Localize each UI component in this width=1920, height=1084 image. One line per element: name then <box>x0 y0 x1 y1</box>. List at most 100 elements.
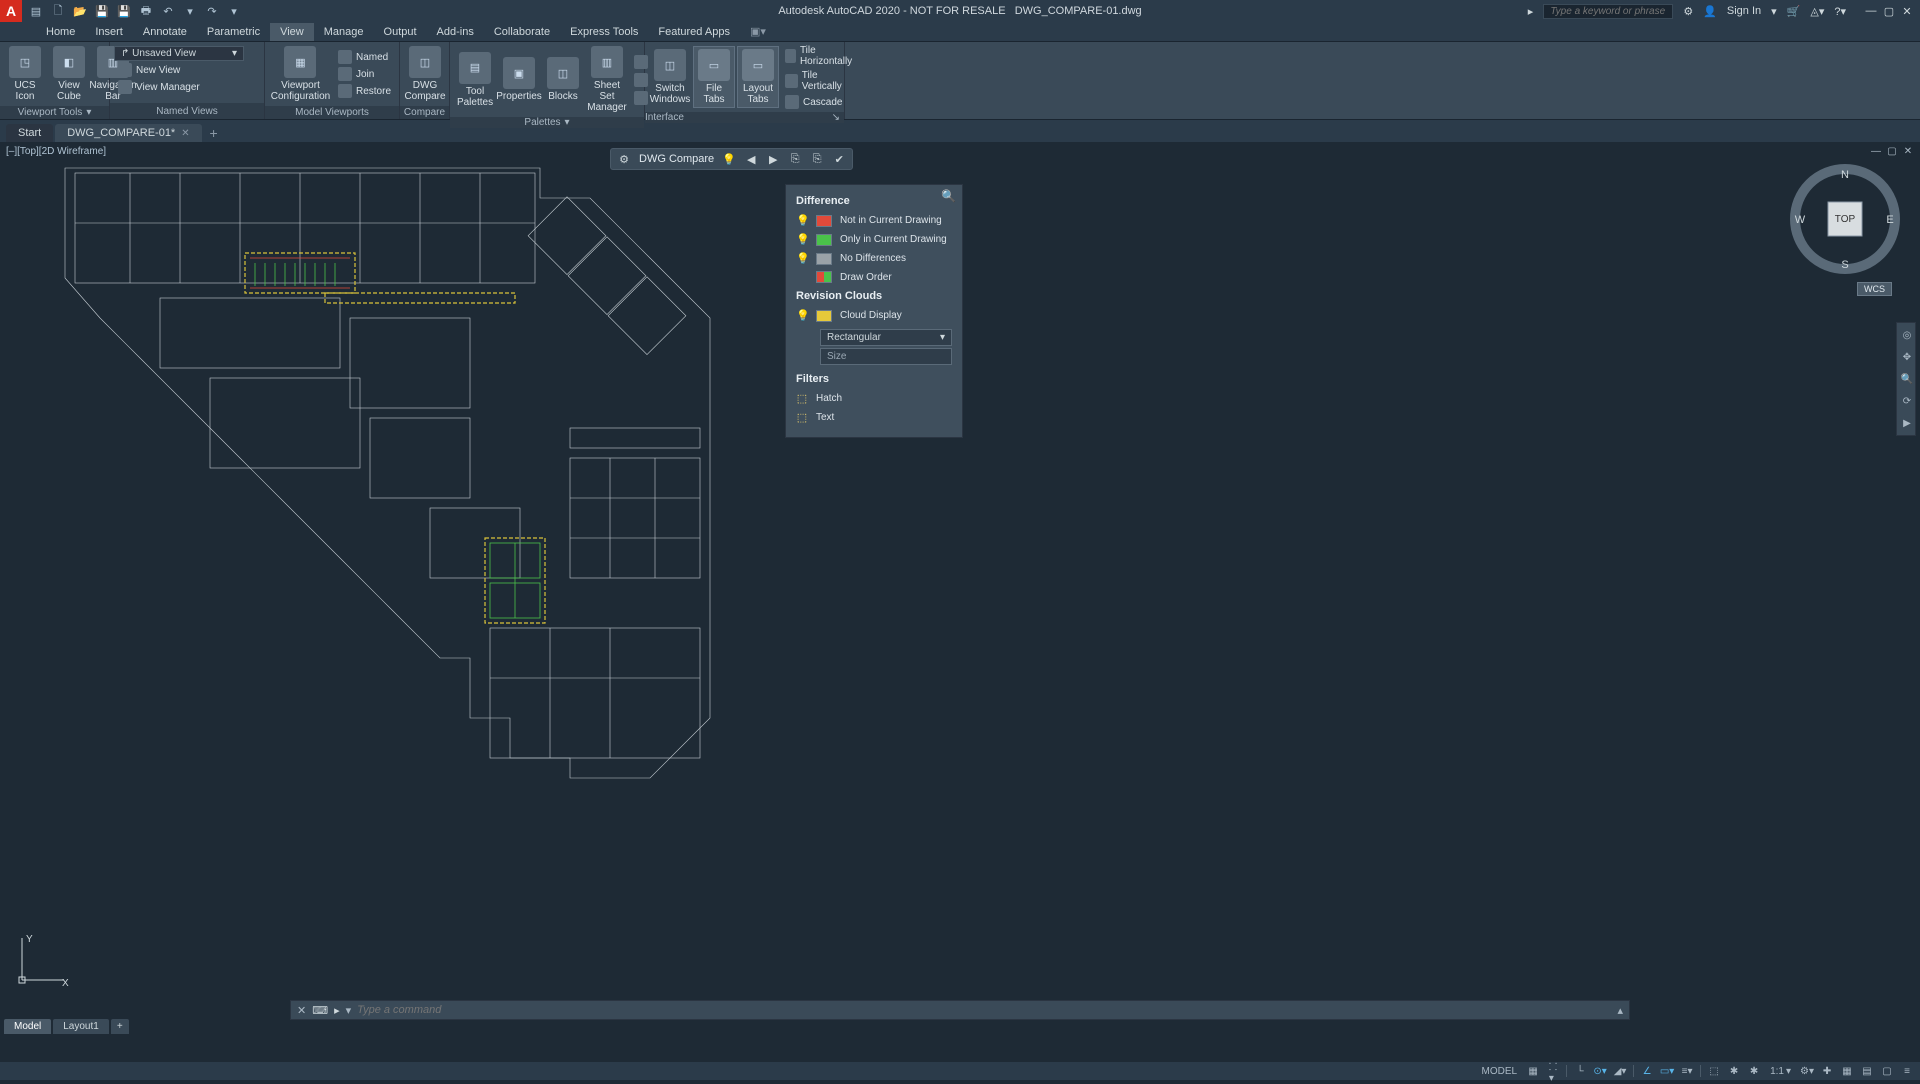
tool-palettes-button[interactable]: ▤Tool Palettes <box>454 50 496 110</box>
menu-icon[interactable]: ▤ <box>28 3 44 19</box>
polar-icon[interactable]: ⊙▾ <box>1593 1064 1607 1078</box>
dropdown-icon[interactable]: ▾ <box>182 3 198 19</box>
cloud-shape-dropdown[interactable]: Rectangular▾ <box>820 329 952 346</box>
undo-icon[interactable]: ↶ <box>160 3 176 19</box>
document-tab[interactable]: DWG_COMPARE-01*✕ <box>55 124 201 142</box>
model-tab[interactable]: Model <box>4 1019 51 1034</box>
close-icon[interactable]: ✕ <box>297 1004 306 1017</box>
tab-overflow-icon[interactable]: ▣▾ <box>740 22 776 41</box>
hardware-icon[interactable]: ▦ <box>1840 1064 1854 1078</box>
qat-overflow-icon[interactable]: ▸ <box>1528 5 1534 18</box>
infocenter-icon[interactable]: ⚙ <box>1683 5 1693 18</box>
panel-expand-icon[interactable]: ▾ <box>565 117 570 128</box>
isolate-icon[interactable]: ▤ <box>1860 1064 1874 1078</box>
annotation-add-icon[interactable]: ✱ <box>1747 1064 1761 1078</box>
export-icon[interactable]: ⎘ <box>810 152 824 166</box>
cleanscreen-icon[interactable]: ▢ <box>1880 1064 1894 1078</box>
file-tabs-toggle[interactable]: ▭File Tabs <box>693 46 735 108</box>
add-tab-button[interactable]: + <box>204 124 224 142</box>
save-icon[interactable]: 💾 <box>94 3 110 19</box>
annotation-scale-icon[interactable]: ✱ <box>1727 1064 1741 1078</box>
close-tab-icon[interactable]: ✕ <box>181 128 189 139</box>
grey-swatch[interactable] <box>816 253 832 265</box>
green-swatch[interactable] <box>816 234 832 246</box>
layout-tabs-toggle[interactable]: ▭Layout Tabs <box>737 46 779 108</box>
annotation-icon[interactable]: ⬚ <box>1707 1064 1721 1078</box>
sheetset-button[interactable]: ▥Sheet Set Manager <box>586 44 628 115</box>
blocks-button[interactable]: ◫Blocks <box>542 55 584 104</box>
tab-express[interactable]: Express Tools <box>560 23 648 41</box>
tab-addins[interactable]: Add-ins <box>427 23 484 41</box>
tab-featured[interactable]: Featured Apps <box>648 23 740 41</box>
cascade-button[interactable]: Cascade <box>781 94 859 110</box>
help-search-input[interactable] <box>1543 4 1673 19</box>
signin-label[interactable]: Sign In <box>1727 5 1761 17</box>
signin-dropdown-icon[interactable]: ▾ <box>1771 5 1777 18</box>
new-icon[interactable]: 🗋 <box>50 3 66 19</box>
search-icon[interactable]: 🔍 <box>941 189 956 203</box>
close-icon[interactable]: ✕ <box>1900 4 1914 18</box>
new-view-button[interactable]: New View <box>114 62 260 78</box>
red-swatch[interactable] <box>816 215 832 227</box>
dwg-compare-button[interactable]: ◫DWG Compare <box>404 44 446 104</box>
orbit-icon[interactable]: ⟳ <box>1899 393 1915 409</box>
model-space-label[interactable]: MODEL <box>1479 1066 1521 1077</box>
named-button[interactable]: Named <box>334 49 395 65</box>
properties-button[interactable]: ▣Properties <box>498 55 540 104</box>
bulb-icon[interactable]: 💡 <box>796 233 808 246</box>
scale-label[interactable]: 1:1▾ <box>1767 1066 1794 1077</box>
monitor-icon[interactable]: ✚ <box>1820 1064 1834 1078</box>
command-icon[interactable]: ⌨ <box>312 1004 328 1017</box>
viewport-config-button[interactable]: ▦Viewport Configuration <box>269 44 332 104</box>
bulb-icon[interactable]: 💡 <box>796 252 808 265</box>
close-icon[interactable]: ✕ <box>1902 145 1914 157</box>
bulb-icon[interactable]: 💡 <box>796 214 808 227</box>
open-icon[interactable]: 📂 <box>72 3 88 19</box>
maximize-icon[interactable]: ▢ <box>1886 145 1898 157</box>
user-icon[interactable]: 👤 <box>1703 5 1717 18</box>
switch-windows-button[interactable]: ◫Switch Windows <box>649 47 691 107</box>
snap-icon[interactable]: ⸬▾ <box>1546 1064 1560 1078</box>
osnap-icon[interactable]: ∠ <box>1640 1064 1654 1078</box>
start-tab[interactable]: Start <box>6 124 53 142</box>
minimize-icon[interactable]: — <box>1870 145 1882 157</box>
wheel-icon[interactable]: ◎ <box>1899 327 1915 343</box>
bulb-icon[interactable]: 💡 <box>796 309 808 322</box>
grid-icon[interactable]: ▦ <box>1526 1064 1540 1078</box>
import-icon[interactable]: ⎘ <box>788 152 802 166</box>
tile-vert-button[interactable]: Tile Vertically <box>781 69 859 93</box>
redo-icon[interactable]: ↷ <box>204 3 220 19</box>
ucs-icon-button[interactable]: ◳UCS Icon <box>4 44 46 104</box>
ortho-icon[interactable]: └ <box>1573 1064 1587 1078</box>
draworder-swatch[interactable] <box>816 271 832 283</box>
cloud-size-input[interactable]: Size <box>820 348 952 365</box>
isodraft-icon[interactable]: ◢▾ <box>1613 1064 1627 1078</box>
filter-text-row[interactable]: ⬚ Text <box>786 408 962 427</box>
app-logo[interactable]: A <box>0 0 22 22</box>
next-diff-icon[interactable]: ▶ <box>766 152 780 166</box>
otrack-icon[interactable]: ▭▾ <box>1660 1064 1674 1078</box>
command-input[interactable] <box>357 1004 1611 1016</box>
tab-manage[interactable]: Manage <box>314 23 374 41</box>
drawing-area[interactable]: [–][Top][2D Wireframe] — ▢ ✕ ⚙ DWG Compa… <box>0 142 1920 1050</box>
help-icon[interactable]: ?▾ <box>1834 5 1846 18</box>
viewport-label[interactable]: [–][Top][2D Wireframe] <box>6 146 106 157</box>
expand-icon[interactable]: ▴ <box>1617 1004 1623 1017</box>
tab-output[interactable]: Output <box>374 23 427 41</box>
tab-parametric[interactable]: Parametric <box>197 23 270 41</box>
tile-horiz-button[interactable]: Tile Horizontally <box>781 44 859 68</box>
tab-view[interactable]: View <box>270 23 314 41</box>
view-cube[interactable]: TOP N S E W <box>1790 164 1900 274</box>
panel-launcher-icon[interactable]: ↘ <box>832 112 840 123</box>
minimize-icon[interactable]: — <box>1864 4 1878 18</box>
join-button[interactable]: Join <box>334 66 395 82</box>
dropdown-icon[interactable]: ▾ <box>226 3 242 19</box>
workspace-icon[interactable]: ⚙▾ <box>1800 1064 1814 1078</box>
view-dropdown[interactable]: ↱ Unsaved View▾ <box>114 46 244 61</box>
maximize-icon[interactable]: ▢ <box>1882 4 1896 18</box>
layout1-tab[interactable]: Layout1 <box>53 1019 109 1034</box>
showmotion-icon[interactable]: ▶ <box>1899 415 1915 431</box>
tab-insert[interactable]: Insert <box>85 23 133 41</box>
saveas-icon[interactable]: 💾 <box>116 3 132 19</box>
zoom-icon[interactable]: 🔍 <box>1899 371 1915 387</box>
